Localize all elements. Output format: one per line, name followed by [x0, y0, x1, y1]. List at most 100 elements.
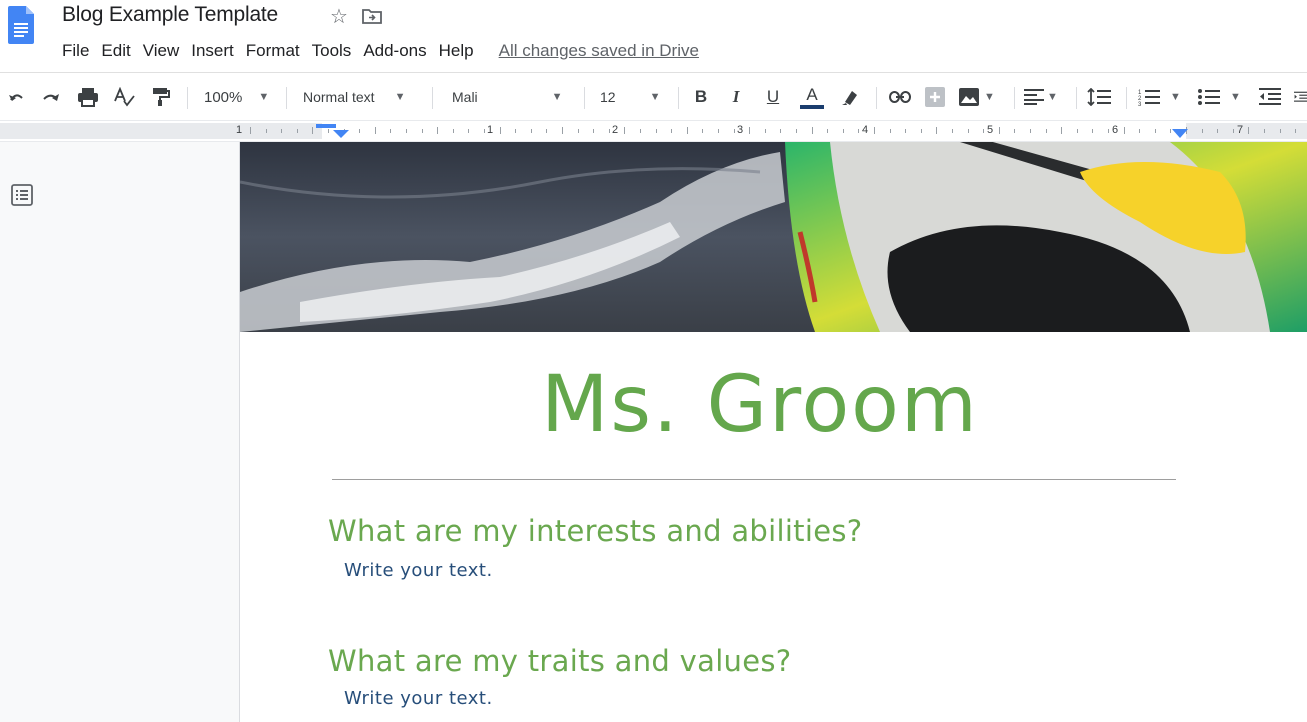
menu-format[interactable]: Format — [245, 41, 301, 61]
toolbar-separator — [1126, 87, 1127, 109]
move-to-folder-icon[interactable] — [362, 7, 382, 25]
highlight-color-icon[interactable] — [839, 85, 861, 109]
ruler-tick — [936, 127, 937, 134]
underline-button[interactable]: U — [762, 85, 784, 109]
section-heading[interactable]: What are my traits and values? — [328, 644, 791, 678]
ruler-tick — [1202, 129, 1203, 133]
menu-help[interactable]: Help — [438, 41, 475, 61]
ruler-tick — [812, 127, 813, 134]
font-dropdown[interactable]: Mali ▼ — [452, 85, 576, 109]
bulleted-list-dropdown[interactable]: ▼ — [1198, 85, 1244, 109]
body-text[interactable]: Write your text. — [344, 560, 493, 581]
save-status-link[interactable]: All changes saved in Drive — [499, 41, 699, 61]
chevron-down-icon: ▼ — [1170, 91, 1181, 103]
left-indent-marker-icon[interactable] — [316, 122, 350, 140]
right-indent-marker-icon[interactable] — [1172, 129, 1188, 139]
menu-edit[interactable]: Edit — [100, 41, 131, 61]
ruler-number: 5 — [987, 124, 994, 136]
ruler-left-margin — [0, 123, 322, 139]
insert-image-dropdown[interactable]: ▼ — [958, 85, 1002, 109]
toolbar-separator — [286, 87, 287, 109]
ruler-tick — [500, 127, 501, 134]
ruler-tick — [890, 129, 891, 133]
ruler-tick — [765, 129, 766, 133]
google-docs-logo-icon[interactable] — [8, 6, 34, 44]
ruler-tick — [437, 127, 438, 134]
section-heading[interactable]: What are my interests and abilities? — [328, 514, 862, 548]
spelling-check-icon[interactable] — [112, 85, 136, 109]
ruler-right-margin — [1186, 123, 1307, 139]
document-heading[interactable]: Ms. Groom — [240, 360, 1280, 450]
ruler-tick — [734, 129, 735, 133]
toolbar-separator — [1014, 87, 1015, 109]
ruler-number: 2 — [612, 124, 619, 136]
ruler-tick — [390, 129, 391, 133]
add-comment-icon[interactable] — [924, 85, 946, 109]
ruler-tick — [609, 129, 610, 133]
ruler-tick — [968, 129, 969, 133]
body-text[interactable]: Write your text. — [344, 688, 493, 709]
text-color-button[interactable]: A — [800, 85, 824, 109]
ruler-tick — [827, 129, 828, 133]
ruler-tick — [687, 127, 688, 134]
ruler-number: 1 — [487, 124, 494, 136]
menu-file[interactable]: File — [61, 41, 90, 61]
menu-tools[interactable]: Tools — [311, 41, 353, 61]
zoom-value: 100% — [204, 88, 243, 106]
toolbar: 100% ▼ Normal text ▼ Mali ▼ 12 ▼ B I U A… — [0, 72, 1307, 121]
ruler-tick — [1280, 129, 1281, 133]
ruler-tick — [593, 129, 594, 133]
document-title[interactable]: Blog Example Template — [62, 3, 278, 27]
ruler-tick — [843, 129, 844, 133]
increase-indent-icon[interactable] — [1294, 85, 1307, 109]
menu-bar: File Edit View Insert Format Tools Add-o… — [61, 40, 699, 62]
redo-icon[interactable] — [40, 85, 62, 109]
chevron-down-icon: ▼ — [551, 91, 563, 103]
banner-image[interactable] — [240, 142, 1307, 332]
align-dropdown[interactable]: ▼ — [1024, 85, 1066, 109]
italic-button[interactable]: I — [725, 85, 747, 109]
ruler-tick — [266, 129, 267, 133]
document-page[interactable]: Ms. Groom What are my interests and abil… — [240, 142, 1307, 722]
ruler-tick — [1217, 129, 1218, 133]
line-spacing-icon[interactable] — [1086, 85, 1112, 109]
ruler-tick — [1248, 127, 1249, 134]
menu-view[interactable]: View — [142, 41, 181, 61]
ruler-tick — [297, 129, 298, 133]
align-left-icon — [1024, 89, 1044, 105]
font-size-dropdown[interactable]: 12 ▼ — [600, 85, 668, 109]
bold-button[interactable]: B — [690, 85, 712, 109]
toolbar-separator — [187, 87, 188, 109]
menu-insert[interactable]: Insert — [190, 41, 235, 61]
toolbar-separator — [432, 87, 433, 109]
ruler-tick — [468, 129, 469, 133]
menu-add-ons[interactable]: Add-ons — [362, 41, 427, 61]
chevron-down-icon: ▼ — [649, 91, 661, 103]
paragraph-style-dropdown[interactable]: Normal text ▼ — [303, 85, 423, 109]
toolbar-separator — [678, 87, 679, 109]
horizontal-ruler[interactable]: 1 1 2 3 4 5 6 7 — [0, 120, 1307, 142]
insert-link-icon[interactable] — [888, 85, 912, 109]
chevron-down-icon: ▼ — [984, 91, 995, 103]
star-icon[interactable]: ☆ — [330, 4, 348, 29]
ruler-number: 4 — [862, 124, 869, 136]
ruler-tick — [1061, 127, 1062, 134]
ruler-tick — [359, 129, 360, 133]
print-icon[interactable] — [76, 85, 100, 109]
numbered-list-dropdown[interactable]: 123 ▼ — [1138, 85, 1184, 109]
bulleted-list-icon — [1198, 89, 1220, 105]
document-outline-icon[interactable] — [11, 184, 33, 206]
decrease-indent-icon[interactable] — [1258, 85, 1282, 109]
ruler-tick — [515, 129, 516, 133]
undo-icon[interactable] — [6, 85, 26, 109]
toolbar-separator — [584, 87, 585, 109]
zoom-dropdown[interactable]: 100% ▼ — [204, 85, 274, 109]
ruler-tick — [640, 129, 641, 133]
ruler-tick — [250, 127, 251, 134]
ruler-tick — [1108, 129, 1109, 133]
paint-format-icon[interactable] — [150, 85, 172, 109]
chevron-down-icon: ▼ — [1230, 91, 1241, 103]
ruler-tick — [484, 129, 485, 133]
svg-text:3: 3 — [1138, 102, 1142, 106]
text-color-swatch — [800, 104, 824, 109]
